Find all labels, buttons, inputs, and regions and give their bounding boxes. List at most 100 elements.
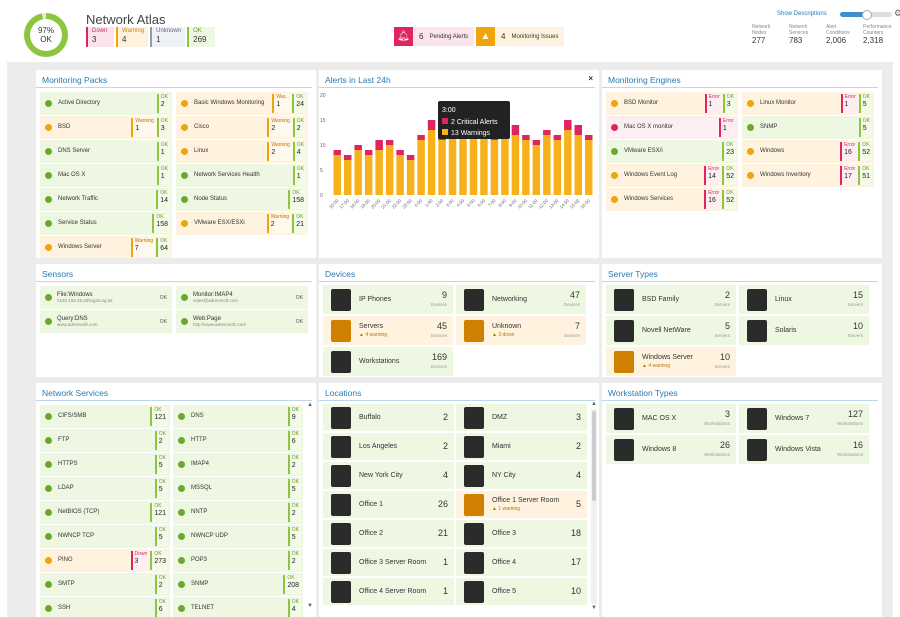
unknown-badge[interactable]: Unknown 1 bbox=[150, 27, 186, 47]
count-badge[interactable]: Warning 2 bbox=[267, 142, 292, 161]
server_types-tile-linux[interactable]: Linux 15 Servers bbox=[739, 285, 869, 314]
locations-tile-office-4[interactable]: Office 4 17 bbox=[456, 549, 587, 576]
workstation_types-tile-windows-vista[interactable]: Windows Vista 16 Workstations bbox=[739, 435, 869, 464]
count-badge[interactable]: OK 121 bbox=[150, 503, 168, 522]
workstation_types-tile-windows-7[interactable]: Windows 7 127 Workstations bbox=[739, 404, 869, 433]
tile-vmware-esx-i[interactable]: VMware ESX/i OK 23 bbox=[606, 140, 738, 163]
count-badge[interactable]: OK 2 bbox=[154, 575, 168, 594]
bar-warnings[interactable] bbox=[375, 150, 383, 195]
count-badge[interactable]: OK 5 bbox=[154, 527, 168, 546]
bar-warnings[interactable] bbox=[427, 130, 436, 195]
count-badge[interactable]: Warning 1 bbox=[131, 118, 156, 137]
locations-tile-office-4-server-room[interactable]: Office 4 Server Room 1 bbox=[323, 578, 454, 605]
bar-warnings[interactable] bbox=[574, 135, 583, 195]
scroll-up-icon[interactable]: ▲ bbox=[591, 401, 597, 407]
workstation_types-tile-mac-os-x[interactable]: MAC OS X 3 Workstations bbox=[606, 404, 736, 433]
tile-snmp[interactable]: SNMP OK 5 bbox=[742, 116, 874, 139]
locations-tile-office-1[interactable]: Office 1 26 bbox=[323, 491, 454, 518]
count-badge[interactable]: OK 1 bbox=[156, 166, 170, 185]
bar-critical[interactable] bbox=[354, 145, 362, 150]
bar-critical[interactable] bbox=[427, 120, 436, 130]
count-badge[interactable]: OK 5 bbox=[287, 527, 301, 546]
tile-netbios-tcp[interactable]: NetBIOS (TCP) OK 121 bbox=[40, 501, 170, 524]
bar-warnings[interactable] bbox=[417, 140, 425, 195]
bar-warnings[interactable] bbox=[364, 155, 373, 195]
count-badge[interactable]: OK 273 bbox=[150, 551, 168, 570]
tile-nwncp-udp[interactable]: NWNCP UDP OK 5 bbox=[173, 525, 303, 548]
count-badge[interactable]: OK 1 bbox=[292, 166, 306, 185]
bar-critical[interactable] bbox=[375, 140, 383, 150]
count-badge[interactable]: OK 3 bbox=[722, 94, 736, 113]
count-badge[interactable]: OK 9 bbox=[287, 407, 301, 426]
tile-nwncp-tcp[interactable]: NWNCP TCP OK 5 bbox=[40, 525, 170, 548]
count-badge[interactable]: OK 2 bbox=[287, 455, 301, 474]
bar-warnings[interactable] bbox=[564, 130, 572, 195]
count-badge[interactable]: Error 14 bbox=[704, 166, 722, 185]
tile-smtp[interactable]: SMTP OK 2 bbox=[40, 573, 170, 596]
tile-windows-event-log[interactable]: Windows Event Log Error 14 OK 52 bbox=[606, 164, 738, 187]
count-badge[interactable]: Error 1 bbox=[704, 94, 722, 113]
count-badge[interactable]: Warning 2 bbox=[266, 214, 292, 233]
devices-tile-workstations[interactable]: Workstations 169 Devices bbox=[323, 347, 453, 376]
count-badge[interactable]: OK 158 bbox=[152, 214, 170, 233]
tile-mac-os-x-monitor[interactable]: Mac OS X monitor Error 1 bbox=[606, 116, 738, 139]
bar-critical[interactable] bbox=[396, 150, 404, 155]
count-badge[interactable]: OK 52 bbox=[722, 166, 736, 185]
bar-critical[interactable] bbox=[417, 135, 425, 140]
count-badge[interactable]: OK 2 bbox=[292, 118, 306, 137]
tile-linux-monitor[interactable]: Linux Monitor Error 1 OK 5 bbox=[742, 92, 874, 115]
bar-warnings[interactable] bbox=[585, 140, 593, 195]
tile-ping[interactable]: PING Down 3 OK 273 bbox=[40, 549, 170, 572]
count-badge[interactable]: OK 64 bbox=[156, 238, 170, 257]
bar-critical[interactable] bbox=[585, 135, 593, 140]
locations-tile-buffalo[interactable]: Buffalo 2 bbox=[323, 404, 454, 431]
count-badge[interactable]: OK 52 bbox=[858, 142, 872, 161]
locations-tile-office-5[interactable]: Office 5 10 bbox=[456, 578, 587, 605]
tile-ftp[interactable]: FTP OK 2 bbox=[40, 429, 170, 452]
bar-critical[interactable] bbox=[574, 125, 583, 135]
tile-nntp[interactable]: NNTP OK 2 bbox=[173, 501, 303, 524]
tile-network-services-health[interactable]: Network Services Health OK 1 bbox=[176, 164, 308, 187]
tile-windows[interactable]: Windows Error 16 OK 52 bbox=[742, 140, 874, 163]
tile-bsd-monitor[interactable]: BSD Monitor Error 1 OK 3 bbox=[606, 92, 738, 115]
warning-badge[interactable]: Warning 4 bbox=[116, 27, 149, 47]
locations-tile-dmz[interactable]: DMZ 3 bbox=[456, 404, 587, 431]
locations-tile-miami[interactable]: Miami 2 bbox=[456, 433, 587, 460]
count-badge[interactable]: OK 4 bbox=[287, 599, 301, 617]
tile-windows-services[interactable]: Windows Services Error 16 OK 52 bbox=[606, 188, 738, 211]
bar-warnings[interactable] bbox=[343, 160, 352, 195]
tile-basic-windows-monitoring[interactable]: Basic Windows Monitoring War... 1 OK 24 bbox=[176, 92, 308, 115]
count-badge[interactable]: OK 6 bbox=[154, 599, 168, 617]
count-badge[interactable]: Error 1 bbox=[718, 118, 736, 137]
bar-warnings[interactable] bbox=[501, 135, 509, 195]
tile-active-directory[interactable]: Active Directory OK 2 bbox=[40, 92, 172, 115]
bar-warnings[interactable] bbox=[511, 135, 520, 195]
monitoring-issues-button[interactable]: ▲ 4 Monitoring Issues bbox=[476, 27, 565, 46]
devices-tile-ip-phones[interactable]: IP Phones 9 Devices bbox=[323, 285, 453, 314]
count-badge[interactable]: OK 24 bbox=[292, 94, 306, 113]
count-badge[interactable]: OK 1 bbox=[156, 142, 170, 161]
tile-ssh[interactable]: SSH OK 6 bbox=[40, 597, 170, 617]
tile-network-traffic[interactable]: Network Traffic OK 14 bbox=[40, 188, 172, 211]
bar-critical[interactable] bbox=[343, 155, 352, 160]
tile-https[interactable]: HTTPS OK 5 bbox=[40, 453, 170, 476]
server_types-tile-novell-netware[interactable]: Novell NetWare 5 Servers bbox=[606, 316, 736, 345]
tile-vmware-esx-esxi[interactable]: VMware ESX/ESXi Warning 2 OK 21 bbox=[176, 212, 308, 235]
tile-dns-server[interactable]: DNS Server OK 1 bbox=[40, 140, 172, 163]
bar-warnings[interactable] bbox=[438, 140, 446, 195]
count-badge[interactable]: Warning 2 bbox=[267, 118, 292, 137]
count-badge[interactable]: Error 17 bbox=[840, 166, 858, 185]
count-badge[interactable]: OK 5 bbox=[154, 455, 168, 474]
server_types-tile-bsd-family[interactable]: BSD Family 2 Servers bbox=[606, 285, 736, 314]
count-badge[interactable]: Error 16 bbox=[840, 142, 858, 161]
tile-ldap[interactable]: LDAP OK 5 bbox=[40, 477, 170, 500]
stat-network-services[interactable]: Network Services 783 bbox=[789, 24, 817, 45]
gear-icon[interactable]: ⚙ bbox=[894, 8, 900, 19]
stat-network-nodes[interactable]: Network Nodes 277 bbox=[752, 24, 780, 45]
count-badge[interactable]: OK 2 bbox=[156, 94, 170, 113]
tile-imap4[interactable]: IMAP4 OK 2 bbox=[173, 453, 303, 476]
tile-windows-server[interactable]: Windows Server Warning 7 OK 64 bbox=[40, 236, 172, 258]
count-badge[interactable]: Warning 7 bbox=[130, 238, 156, 257]
tile-cifs-smb[interactable]: CIFS/SMB OK 121 bbox=[40, 405, 170, 428]
server_types-tile-windows-server[interactable]: Windows Server ▲ 4 warning 10 Servers bbox=[606, 347, 736, 376]
